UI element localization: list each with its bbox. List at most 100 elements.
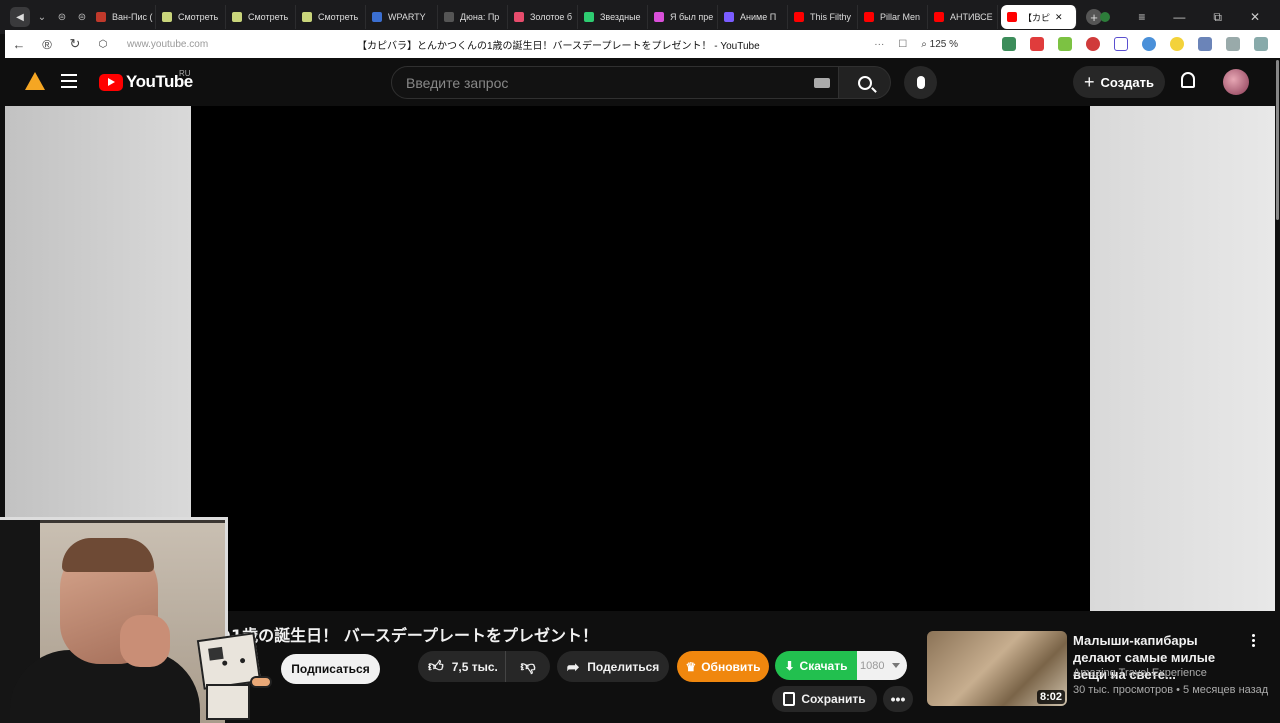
reload-button[interactable]: ↻ (61, 36, 89, 52)
like-dislike-bar: 👍︎ 7,5 тыс. 👎︎ (418, 651, 550, 682)
browser-tab[interactable]: Смотреть (226, 5, 296, 29)
extension-icon-2[interactable] (1030, 37, 1044, 51)
extension-icon-4[interactable] (1086, 37, 1100, 51)
protect-icon[interactable]: ® (33, 37, 61, 52)
speaker-icon[interactable]: ◀ (10, 7, 30, 27)
tab-favicon-icon (794, 12, 804, 22)
address-bar-tools: ··· ☐ ⌕ 125 % (874, 30, 1280, 58)
download-quality-select[interactable]: 1080 (857, 651, 907, 680)
tab-group-icon-2[interactable]: ⊜ (74, 7, 90, 27)
mascot-body (206, 684, 250, 720)
tab-label: Ван-Пис ( (112, 12, 153, 22)
browser-tab[interactable]: Я был пре (648, 5, 718, 29)
voice-search-button[interactable] (904, 66, 937, 99)
extension-dot-icon[interactable] (1100, 12, 1111, 22)
tab-favicon-icon (162, 12, 172, 22)
warning-icon[interactable] (25, 72, 45, 90)
browser-tab[interactable]: Смотреть (156, 5, 226, 29)
subscribe-button[interactable]: Подписаться (281, 654, 380, 684)
save-button[interactable]: Сохранить (772, 686, 877, 712)
address-bar: ← ® ↻ ⬡ www.youtube.com 【カピバラ】とんかつくんの1歳の… (5, 30, 1280, 58)
save-playlist-icon (783, 692, 796, 706)
window-controls: ≡ — ⧉ ✕ (1100, 0, 1280, 34)
quality-value: 1080 (860, 659, 885, 672)
tab-label: Звездные (600, 12, 641, 22)
zoom-value: 125 % (929, 38, 958, 50)
tab-favicon-icon (444, 12, 454, 22)
browser-tab[interactable]: Золотое б (508, 5, 578, 29)
minimize-button[interactable]: — (1173, 10, 1185, 24)
dislike-button[interactable]: 👎︎ (506, 658, 550, 676)
tab-favicon-icon (1007, 12, 1017, 22)
browser-tab[interactable]: 【カピ ✕ (1001, 5, 1077, 29)
browser-tab[interactable]: Дюна: Пр (438, 5, 508, 29)
mascot-spot (208, 646, 224, 661)
share-arrow-icon: ➦ (566, 658, 580, 676)
tab-label: Я был пре (670, 12, 714, 22)
search-input[interactable]: Введите запрос (391, 66, 839, 99)
create-button[interactable]: + Создать (1073, 66, 1165, 98)
recommendation-channel[interactable]: Amazing Travel Experience (1073, 667, 1207, 679)
share-button[interactable]: ➦ Поделиться (557, 651, 669, 682)
browser-tab[interactable]: Аниме П (718, 5, 788, 29)
maximize-button[interactable]: ⧉ (1213, 10, 1222, 25)
tab-favicon-icon (514, 12, 524, 22)
search-icon (857, 75, 872, 90)
search-button[interactable] (839, 66, 891, 99)
crown-icon: ♛ (685, 659, 697, 674)
download-button[interactable]: ⬇ Скачать (775, 651, 857, 680)
upgrade-button[interactable]: ♛ Обновить (677, 651, 769, 682)
guide-menu-icon[interactable] (61, 74, 77, 88)
chevron-down-icon[interactable]: ⌄ (34, 7, 50, 27)
menu-button[interactable]: ≡ (1138, 10, 1145, 24)
mascot-arm (250, 676, 272, 688)
page-scrollbar[interactable] (1276, 60, 1279, 220)
extension-icon-6[interactable] (1142, 37, 1156, 51)
extension-icon-1[interactable] (1002, 37, 1016, 51)
extension-icon-7[interactable] (1170, 37, 1184, 51)
url-field[interactable]: www.youtube.com (127, 39, 357, 50)
tab-label: Pillar Men (880, 12, 921, 22)
browser-tab[interactable]: Pillar Men (858, 5, 928, 29)
create-label: Создать (1100, 74, 1154, 90)
more-icon[interactable]: ··· (874, 39, 884, 50)
browser-tab[interactable]: Смотреть (296, 5, 366, 29)
tab-group-icon[interactable]: ⊜ (54, 7, 70, 27)
youtube-play-icon (99, 73, 123, 91)
tab-favicon-icon (864, 12, 874, 22)
browser-tab[interactable]: АНТИВСЕ (928, 5, 998, 29)
extension-icon-5[interactable] (1114, 37, 1128, 51)
browser-tab[interactable]: WPARTY (366, 5, 438, 29)
site-info-icon[interactable]: ⬡ (89, 39, 117, 50)
tab-favicon-icon (372, 12, 382, 22)
tab-label: 【カピ (1023, 12, 1051, 23)
close-window-button[interactable]: ✕ (1250, 10, 1260, 24)
avatar[interactable] (1223, 69, 1249, 95)
like-button[interactable]: 👍︎ 7,5 тыс. (418, 651, 506, 682)
tab-label: Дюна: Пр (460, 12, 500, 22)
recommendation-menu-icon[interactable] (1252, 634, 1256, 648)
download-tray-icon[interactable] (1254, 37, 1268, 51)
tab-label: Смотреть (178, 12, 219, 22)
browser-tab[interactable]: This Filthy (788, 5, 858, 29)
extension-icon-3[interactable] (1058, 37, 1072, 51)
recommendation-meta: 30 тыс. просмотров • 5 месяцев назад (1073, 684, 1269, 696)
close-tab-icon[interactable]: ✕ (1055, 12, 1063, 23)
page-title: 【カピバラ】とんかつくんの1歳の誕生日！バースデープレートをプレゼント！ - Y… (357, 40, 760, 52)
extension-icon-8[interactable] (1198, 37, 1212, 51)
tab-label: Золотое б (530, 12, 573, 22)
download-label: Скачать (799, 658, 848, 673)
browser-tab[interactable]: Звездные (578, 5, 648, 29)
extensions-puzzle-icon[interactable] (1226, 37, 1240, 51)
bookmark-icon[interactable]: ☐ (898, 39, 907, 50)
tab-label: Смотреть (248, 12, 289, 22)
more-actions-button[interactable]: ••• (883, 686, 913, 712)
video-player[interactable] (191, 106, 1090, 611)
back-button[interactable]: ← (5, 37, 33, 52)
tab-strip: Ван-Пис (Смотреть Смотреть Смотреть WPARTY Д… (90, 5, 1080, 29)
keyboard-icon[interactable] (814, 78, 830, 88)
browser-tab[interactable]: Ван-Пис ( (90, 5, 156, 29)
mascot-sticker (186, 628, 274, 720)
zoom-indicator[interactable]: ⌕ 125 % (921, 39, 958, 50)
notifications-bell-icon[interactable] (1181, 72, 1195, 88)
